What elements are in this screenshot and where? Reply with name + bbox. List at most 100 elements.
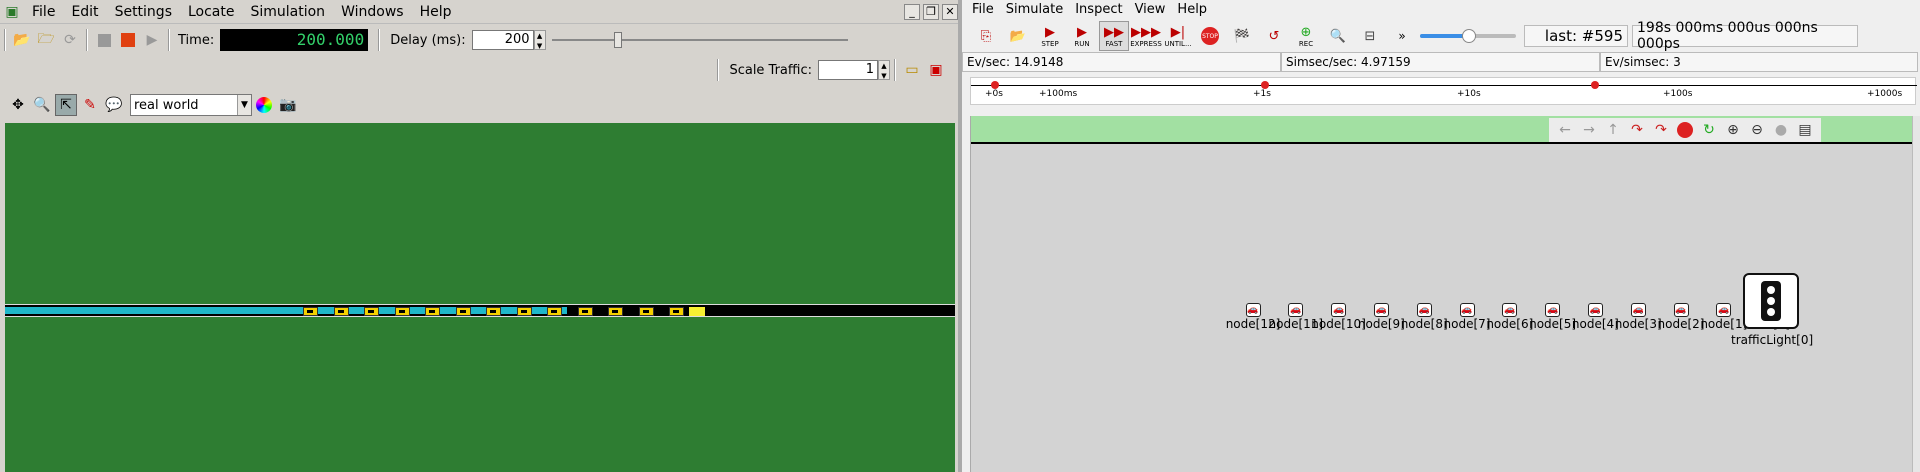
step-icon[interactable]: ▶ bbox=[141, 29, 163, 51]
sumo-menu-settings[interactable]: Settings bbox=[107, 4, 180, 20]
run-stop-icon[interactable] bbox=[117, 29, 139, 51]
delay-slider[interactable] bbox=[551, 29, 848, 51]
omnet-menu-help[interactable]: Help bbox=[1171, 2, 1213, 17]
close-button[interactable]: ✕ bbox=[942, 3, 958, 20]
new-view-icon[interactable]: ▭ bbox=[901, 59, 923, 81]
traffic-light-icon bbox=[1743, 273, 1799, 329]
fast-local-icon[interactable]: ↷ bbox=[1650, 119, 1672, 141]
vehicle[interactable] bbox=[516, 307, 532, 316]
stop-local-icon[interactable] bbox=[1674, 119, 1696, 141]
timeline-tick-label: +0s bbox=[985, 89, 1003, 99]
delay-slider-thumb[interactable] bbox=[613, 32, 622, 48]
scale-traffic-input[interactable]: 1 bbox=[818, 60, 878, 80]
restore-button[interactable]: ❐ bbox=[923, 3, 939, 20]
vehicle[interactable] bbox=[364, 307, 379, 316]
vehicle[interactable] bbox=[608, 307, 623, 316]
screenshot-camera-icon[interactable]: 📷 bbox=[277, 94, 299, 116]
record-button[interactable]: ⊕ REC bbox=[1291, 21, 1321, 51]
vehicle[interactable] bbox=[669, 307, 684, 316]
timeline-tick-label: +1000s bbox=[1867, 89, 1903, 99]
sim-time-box: 198s 000ms 000us 000ns 000ps bbox=[1632, 20, 1858, 52]
scale-traffic-label: Scale Traffic: bbox=[729, 62, 812, 78]
omnet-menu-inspect[interactable]: Inspect bbox=[1069, 2, 1128, 17]
stop-square-icon[interactable] bbox=[93, 29, 115, 51]
vehicle[interactable] bbox=[486, 307, 501, 316]
sumo-menu-help[interactable]: Help bbox=[412, 4, 460, 20]
finish-flag-icon[interactable]: 🏁 bbox=[1227, 21, 1257, 51]
vehicle[interactable] bbox=[394, 307, 410, 316]
express-button[interactable]: ▶▶▶ EXPRESS bbox=[1130, 21, 1162, 51]
sumo-menu-simulation[interactable]: Simulation bbox=[242, 4, 333, 20]
run-local-icon[interactable]: ↷ bbox=[1626, 119, 1648, 141]
vehicle[interactable] bbox=[333, 307, 349, 316]
step-button[interactable]: ▶ STEP bbox=[1035, 21, 1065, 51]
omnet-menu-file[interactable]: File bbox=[966, 2, 1000, 17]
open-folder-icon[interactable]: 📂 bbox=[11, 29, 33, 51]
delay-spinner[interactable]: ▲ ▼ bbox=[533, 30, 546, 50]
timeline-event-marker bbox=[1591, 81, 1599, 89]
event-timeline[interactable]: +0s +100ms +1s +10s +100s +1000s bbox=[970, 77, 1917, 105]
ev-per-sec: Ev/sec: 14.9148 bbox=[962, 52, 1281, 72]
sumo-menu-edit[interactable]: Edit bbox=[63, 4, 106, 20]
until-button[interactable]: ▶| UNTIL... bbox=[1163, 21, 1193, 51]
vehicle-head-highlight bbox=[689, 307, 705, 316]
more-chevron-icon[interactable]: » bbox=[1387, 21, 1417, 51]
locate-cursor-icon[interactable]: ⇱ bbox=[55, 94, 77, 116]
timeline-event-marker bbox=[1261, 81, 1269, 89]
speed-slider[interactable] bbox=[1418, 26, 1518, 46]
view-scheme-select[interactable]: real world ▼ bbox=[130, 94, 252, 116]
car-icon: 🚗 bbox=[1288, 303, 1304, 317]
recenter-icon[interactable]: ✥ bbox=[7, 94, 29, 116]
sumo-toolbar: 📂 🗁 ⟳ ▶ Time: 200.000 Delay (ms): 200 ▲ ▼ bbox=[0, 26, 958, 54]
vehicle[interactable] bbox=[425, 307, 440, 316]
vehicle[interactable] bbox=[577, 307, 593, 316]
open-network-icon[interactable]: 🗁 bbox=[35, 29, 57, 51]
reload-icon[interactable]: ⟳ bbox=[59, 29, 81, 51]
omnet-menu-view[interactable]: View bbox=[1129, 2, 1172, 17]
car-icon: 🚗 bbox=[1331, 303, 1347, 317]
car-icon: 🚗 bbox=[1245, 303, 1261, 317]
color-wheel-icon[interactable] bbox=[253, 94, 275, 116]
animation-toggle-icon[interactable]: ● bbox=[1770, 119, 1792, 141]
delay-input[interactable]: 200 bbox=[471, 30, 534, 50]
omnet-menubar: File Simulate Inspect View Help bbox=[962, 0, 1920, 18]
vehicle[interactable] bbox=[547, 307, 562, 316]
sumo-map-view[interactable] bbox=[5, 123, 955, 472]
forward-arrow-icon[interactable]: → bbox=[1578, 119, 1600, 141]
zoom-in-icon[interactable]: ⊕ bbox=[1722, 119, 1744, 141]
stop-button[interactable]: STOP bbox=[1195, 21, 1225, 51]
timeline-tick-label: +100s bbox=[1663, 89, 1693, 99]
delay-label: Delay (ms): bbox=[390, 32, 466, 48]
load-ned-icon[interactable]: 📂 bbox=[1003, 21, 1033, 51]
fast-button[interactable]: ▶▶ FAST bbox=[1099, 21, 1129, 51]
network-canvas[interactable]: ← → ↑ ↷ ↷ ↻ ⊕ ⊖ ● ▤ 🚗 node[12] 🚗 node[11] 🚗 n… bbox=[970, 116, 1913, 472]
find-icon[interactable]: 🔍 bbox=[1323, 21, 1353, 51]
close-view-icon[interactable]: ▣ bbox=[925, 59, 947, 81]
vehicle[interactable] bbox=[638, 307, 654, 316]
zoom-out-icon[interactable]: ⊖ bbox=[1746, 119, 1768, 141]
scale-spinner[interactable]: ▲ ▼ bbox=[878, 60, 890, 80]
speed-slider-thumb[interactable] bbox=[1462, 29, 1476, 43]
vehicle[interactable] bbox=[455, 307, 471, 316]
layers-icon[interactable]: ▤ bbox=[1794, 119, 1816, 141]
refresh-icon[interactable]: ↻ bbox=[1698, 119, 1720, 141]
traffic-light-module[interactable]: trafficLight[0] bbox=[1731, 273, 1813, 347]
new-run-icon[interactable]: ⎘ bbox=[971, 21, 1001, 51]
sumo-menu-windows[interactable]: Windows bbox=[333, 4, 412, 20]
sumo-menu-file[interactable]: File bbox=[24, 4, 63, 20]
run-button[interactable]: ▶ RUN bbox=[1067, 21, 1097, 51]
omnet-menu-simulate[interactable]: Simulate bbox=[1000, 2, 1069, 17]
minimize-button[interactable]: _ bbox=[904, 3, 920, 20]
rebuild-icon[interactable]: ↺ bbox=[1259, 21, 1289, 51]
zoom-icon[interactable]: 🔍 bbox=[31, 94, 53, 116]
sumo-scale-bar: Scale Traffic: 1 ▲ ▼ ▭ ▣ bbox=[0, 56, 958, 84]
vehicle[interactable] bbox=[303, 307, 318, 316]
canvas-scrollbar[interactable] bbox=[1912, 116, 1920, 472]
locate-junction-icon[interactable]: ✎ bbox=[79, 94, 101, 116]
back-arrow-icon[interactable]: ← bbox=[1554, 119, 1576, 141]
sumo-menu-locate[interactable]: Locate bbox=[180, 4, 243, 20]
tooltip-icon[interactable]: 💬 bbox=[103, 94, 125, 116]
road-lane-occupied bbox=[5, 307, 567, 314]
layout-icon[interactable]: ⊟ bbox=[1355, 21, 1385, 51]
up-arrow-icon[interactable]: ↑ bbox=[1602, 119, 1624, 141]
